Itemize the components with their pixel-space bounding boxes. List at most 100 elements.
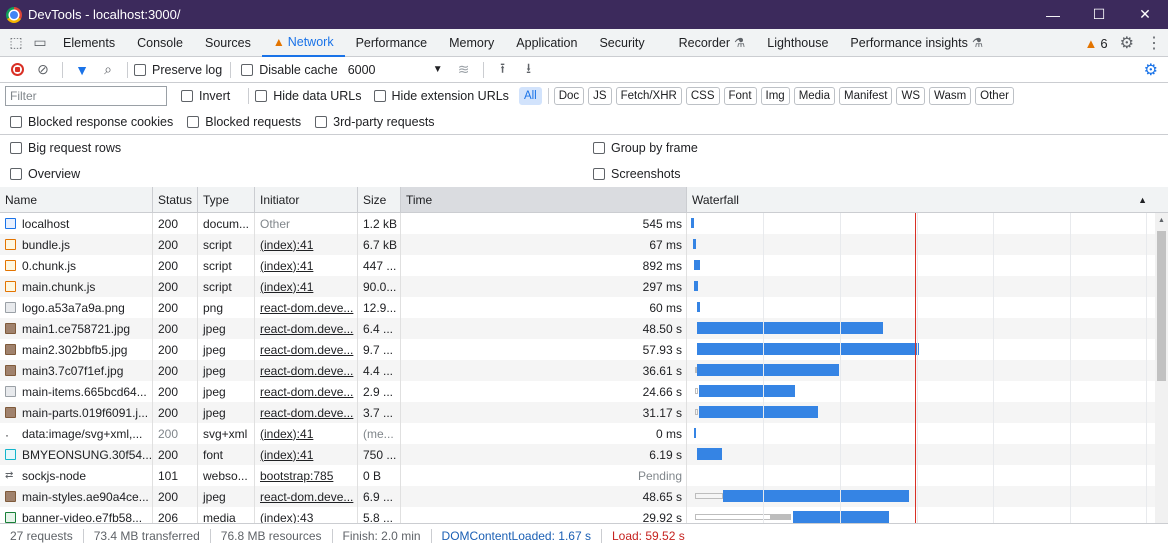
- type-filter-doc[interactable]: Doc: [553, 87, 585, 105]
- column-header-name[interactable]: Name: [0, 187, 153, 212]
- issues-counter[interactable]: ▲ 6: [1079, 36, 1114, 51]
- request-name[interactable]: localhost: [22, 217, 69, 231]
- type-filter-js[interactable]: JS: [588, 87, 612, 105]
- maximize-button[interactable]: ☐: [1076, 0, 1122, 29]
- type-filter-ws[interactable]: WS: [896, 87, 926, 105]
- request-name[interactable]: logo.a53a7a9a.png: [22, 301, 125, 315]
- initiator-link[interactable]: react-dom.deve...: [260, 490, 353, 504]
- request-name[interactable]: main1.ce758721.jpg: [22, 322, 130, 336]
- scrollbar-thumb[interactable]: [1157, 231, 1166, 381]
- import-har-icon[interactable]: ⭱: [490, 58, 516, 82]
- waterfall-bar[interactable]: [697, 448, 722, 460]
- search-icon[interactable]: ⌕: [95, 61, 121, 78]
- waterfall-bar[interactable]: [695, 388, 698, 394]
- request-name[interactable]: data:image/svg+xml,...: [22, 427, 142, 441]
- dropdown-arrow-icon[interactable]: ▼: [433, 64, 443, 75]
- column-header-waterfall[interactable]: Waterfall ▲: [687, 187, 1159, 212]
- tab-application[interactable]: Application: [505, 29, 588, 57]
- tab-memory[interactable]: Memory: [438, 29, 505, 57]
- request-name[interactable]: bundle.js: [22, 238, 70, 252]
- initiator-link[interactable]: react-dom.deve...: [260, 322, 353, 336]
- request-name[interactable]: main3.7c07f1ef.jpg: [22, 364, 123, 378]
- overview-checkbox[interactable]: [10, 168, 22, 180]
- preserve-log-checkbox[interactable]: [134, 63, 146, 76]
- filter-input[interactable]: Filter: [5, 86, 167, 106]
- waterfall-bar[interactable]: [695, 367, 697, 373]
- type-filter-font[interactable]: Font: [723, 87, 757, 105]
- waterfall-bar[interactable]: [699, 406, 818, 418]
- request-name[interactable]: main-parts.019f6091.j...: [22, 406, 148, 420]
- network-conditions-icon[interactable]: ≋: [451, 61, 477, 78]
- column-header-type[interactable]: Type: [198, 187, 255, 212]
- initiator-link[interactable]: react-dom.deve...: [260, 343, 353, 357]
- tab-performance-insights[interactable]: Performance insights ⚗: [839, 29, 994, 57]
- tab-lighthouse[interactable]: Lighthouse: [756, 29, 839, 57]
- column-header-size[interactable]: Size: [358, 187, 401, 212]
- type-filter-wasm[interactable]: Wasm: [929, 87, 972, 105]
- tab-sources[interactable]: Sources: [194, 29, 262, 57]
- tab-console[interactable]: Console: [126, 29, 194, 57]
- group-by-frame-checkbox[interactable]: [593, 142, 605, 154]
- hide-data-urls-checkbox[interactable]: [255, 90, 268, 102]
- waterfall-bar[interactable]: [723, 490, 909, 502]
- table-scrollbar[interactable]: ▲: [1155, 213, 1168, 523]
- export-har-icon[interactable]: ⭳: [516, 58, 542, 82]
- hide-extension-urls-checkbox[interactable]: [373, 90, 386, 102]
- tab-performance[interactable]: Performance: [345, 29, 439, 57]
- throttling-select[interactable]: 6000: [348, 63, 433, 77]
- inspect-element-icon[interactable]: ⬚: [4, 29, 28, 57]
- blocked-requests-checkbox[interactable]: [187, 115, 200, 128]
- device-toolbar-icon[interactable]: ▭: [28, 29, 52, 57]
- request-name[interactable]: 0.chunk.js: [22, 259, 76, 273]
- request-name[interactable]: main-items.665bcd64...: [22, 385, 147, 399]
- request-name[interactable]: BMYEONSUNG.30f54...: [22, 448, 152, 462]
- big-request-rows-checkbox[interactable]: [10, 142, 22, 154]
- waterfall-bar[interactable]: [699, 385, 795, 397]
- initiator-link[interactable]: (index):41: [260, 427, 313, 441]
- tab-elements[interactable]: Elements: [52, 29, 126, 57]
- initiator-link[interactable]: (index):41: [260, 448, 313, 462]
- disable-cache-checkbox[interactable]: [241, 63, 254, 76]
- settings-gear-icon[interactable]: ⚙: [1114, 33, 1140, 53]
- request-name[interactable]: main.chunk.js: [22, 280, 95, 294]
- waterfall-bar[interactable]: [697, 343, 919, 355]
- invert-checkbox[interactable]: [181, 90, 193, 102]
- screenshots-checkbox[interactable]: [593, 168, 605, 180]
- waterfall-bar[interactable]: [693, 239, 696, 249]
- column-header-time[interactable]: Time: [401, 187, 687, 212]
- type-filter-fetch-xhr[interactable]: Fetch/XHR: [615, 87, 682, 105]
- filter-icon[interactable]: ▼: [69, 62, 95, 78]
- network-settings-gear-icon[interactable]: ⚙: [1144, 60, 1158, 80]
- waterfall-bar[interactable]: [697, 322, 883, 334]
- waterfall-bar[interactable]: [694, 428, 696, 438]
- stop-recording-icon[interactable]: [4, 63, 30, 76]
- request-name[interactable]: main2.302bbfb5.jpg: [22, 343, 127, 357]
- tab-network[interactable]: ▲ Network: [261, 29, 345, 57]
- waterfall-bar[interactable]: [695, 493, 723, 499]
- initiator-link[interactable]: react-dom.deve...: [260, 301, 353, 315]
- waterfall-bar[interactable]: [695, 409, 698, 415]
- initiator-link[interactable]: react-dom.deve...: [260, 385, 353, 399]
- column-header-status[interactable]: Status: [153, 187, 198, 212]
- waterfall-bar[interactable]: [697, 302, 700, 312]
- more-menu-icon[interactable]: ⋮: [1140, 33, 1168, 53]
- type-filter-other[interactable]: Other: [975, 87, 1014, 105]
- initiator-link[interactable]: (index):41: [260, 238, 313, 252]
- initiator-link[interactable]: (index):41: [260, 259, 313, 273]
- blocked-cookies-checkbox[interactable]: [10, 115, 22, 128]
- waterfall-bar[interactable]: [697, 364, 839, 376]
- request-name[interactable]: sockjs-node: [22, 469, 86, 483]
- waterfall-bar[interactable]: [771, 514, 791, 520]
- minimize-button[interactable]: —: [1030, 0, 1076, 29]
- initiator-link[interactable]: (index):41: [260, 280, 313, 294]
- waterfall-bar[interactable]: [694, 281, 698, 291]
- scroll-up-arrow-icon[interactable]: ▲: [1158, 217, 1165, 224]
- third-party-checkbox[interactable]: [315, 115, 328, 128]
- type-filter-css[interactable]: CSS: [685, 87, 720, 105]
- initiator-link[interactable]: bootstrap:785: [260, 469, 333, 483]
- type-filter-img[interactable]: Img: [760, 87, 790, 105]
- waterfall-bar[interactable]: [793, 511, 889, 523]
- initiator-link[interactable]: react-dom.deve...: [260, 406, 353, 420]
- initiator-link[interactable]: react-dom.deve...: [260, 364, 353, 378]
- column-header-initiator[interactable]: Initiator: [255, 187, 358, 212]
